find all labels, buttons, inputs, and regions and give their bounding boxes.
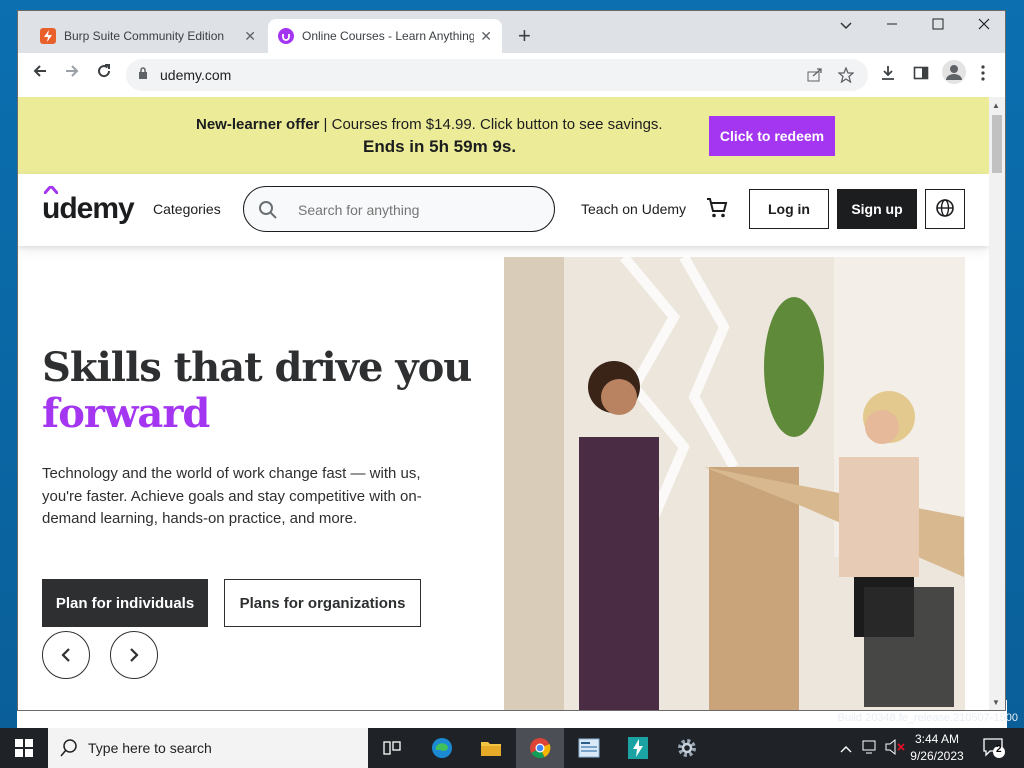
udemy-logo[interactable]: udemy <box>42 186 135 226</box>
side-panel-icon[interactable] <box>913 65 929 86</box>
edge-icon[interactable] <box>418 728 466 768</box>
hero-image <box>504 257 965 710</box>
plan-individuals-button[interactable]: Plan for individuals <box>42 579 208 627</box>
signup-button[interactable]: Sign up <box>837 189 917 229</box>
tab-close-icon[interactable]: ✕ <box>244 28 256 45</box>
tab-search-icon[interactable] <box>834 17 858 33</box>
countdown-text: Ends in 5h 59m 9s. <box>363 137 517 156</box>
network-icon[interactable] <box>862 739 880 758</box>
tab-title: Online Courses - Learn Anything <box>302 29 475 43</box>
url-text: udemy.com <box>160 67 232 83</box>
windows-taskbar: Type here to search 3:44 AM 9/26/2023 2 <box>0 728 1024 768</box>
hero-title: Skills that drive you forward <box>42 344 472 437</box>
site-header: udemy Categories Teach on Udemy Log in S… <box>18 174 989 246</box>
chrome-icon[interactable] <box>516 728 564 768</box>
scroll-up-icon[interactable]: ▲ <box>992 101 1000 110</box>
udemy-favicon-icon <box>278 28 294 44</box>
profile-avatar-icon[interactable] <box>942 60 966 89</box>
tab-burp-suite[interactable]: Burp Suite Community Edition ✕ <box>30 19 266 53</box>
redeem-button[interactable]: Click to redeem <box>709 116 835 156</box>
share-icon[interactable] <box>807 67 823 86</box>
new-tab-button[interactable]: + <box>518 23 531 49</box>
tray-chevron-up-icon[interactable] <box>840 741 852 756</box>
chevron-left-icon <box>61 648 70 662</box>
offer-banner: New-learner offer | Courses from $14.99.… <box>18 97 989 174</box>
tab-udemy[interactable]: Online Courses - Learn Anything ✕ <box>268 19 502 53</box>
scroll-down-icon[interactable]: ▼ <box>992 698 1000 707</box>
offer-text: New-learner offer | Courses from $14.99.… <box>196 116 663 133</box>
logo-text: udemy <box>42 192 135 225</box>
taskbar-search-placeholder: Type here to search <box>88 740 212 756</box>
notifications-icon[interactable]: 2 <box>982 737 1006 762</box>
bookmark-star-icon[interactable] <box>837 66 855 87</box>
login-button[interactable]: Log in <box>749 189 829 229</box>
search-input[interactable] <box>296 199 540 221</box>
clock-time: 3:44 AM <box>914 732 960 746</box>
back-icon[interactable] <box>29 63 51 84</box>
burp-favicon-icon <box>40 28 56 44</box>
maximize-icon[interactable] <box>926 17 950 33</box>
hero-title-line1: Skills that drive you <box>42 344 472 391</box>
search-bar <box>243 186 555 232</box>
offer-rest: | Courses from $14.99. Click button to s… <box>319 116 663 133</box>
hero-title-line2: forward <box>42 390 210 437</box>
volume-muted-icon[interactable] <box>885 738 905 758</box>
categories-link[interactable]: Categories <box>153 201 221 217</box>
page-scrollbar[interactable]: ▲ ▼ <box>989 97 1005 710</box>
tab-close-icon[interactable]: ✕ <box>480 28 492 45</box>
address-bar[interactable]: udemy.com <box>126 59 868 91</box>
tab-title: Burp Suite Community Edition <box>64 29 225 43</box>
download-icon[interactable] <box>880 65 896 86</box>
notepad-app-icon[interactable] <box>565 728 613 768</box>
taskbar-clock[interactable]: 3:44 AM 9/26/2023 <box>906 731 968 765</box>
globe-icon <box>936 198 954 217</box>
offer-bold: New-learner offer <box>196 116 320 133</box>
reload-icon[interactable] <box>93 63 115 84</box>
close-window-icon[interactable] <box>972 17 996 33</box>
lock-icon <box>138 67 148 85</box>
windows-logo-icon <box>15 739 33 757</box>
plan-organizations-button[interactable]: Plans for organizations <box>224 579 421 627</box>
search-icon[interactable] <box>258 200 278 225</box>
task-view-icon[interactable] <box>368 728 416 768</box>
clock-date: 9/26/2023 <box>910 749 964 763</box>
carousel-prev-button[interactable] <box>42 631 90 679</box>
minimize-icon[interactable] <box>880 17 904 33</box>
menu-kebab-icon[interactable] <box>981 65 985 86</box>
notification-count: 2 <box>996 744 1002 755</box>
logo-hat-icon <box>44 186 58 194</box>
teach-on-udemy-link[interactable]: Teach on Udemy <box>581 201 686 217</box>
start-button[interactable] <box>0 728 48 768</box>
file-explorer-icon[interactable] <box>467 728 515 768</box>
udemy-page: New-learner offer | Courses from $14.99.… <box>18 97 989 710</box>
burp-suite-taskbar-icon[interactable] <box>614 728 662 768</box>
build-text: Build 20348.fe_release.210507-1500 <box>837 712 1018 724</box>
scrollbar-thumb[interactable] <box>992 115 1002 173</box>
tab-strip: Burp Suite Community Edition ✕ Online Co… <box>18 11 1005 53</box>
language-button[interactable] <box>925 189 965 229</box>
carousel-next-button[interactable] <box>110 631 158 679</box>
hero-description: Technology and the world of work change … <box>42 465 422 527</box>
browser-toolbar: udemy.com <box>18 53 1005 97</box>
taskbar-search[interactable]: Type here to search <box>48 728 368 768</box>
forward-icon[interactable] <box>61 63 83 84</box>
settings-gear-icon[interactable] <box>663 728 711 768</box>
browser-window: Burp Suite Community Edition ✕ Online Co… <box>17 10 1006 711</box>
chevron-right-icon <box>130 648 139 662</box>
cart-icon[interactable] <box>706 197 728 224</box>
search-icon <box>60 739 77 757</box>
